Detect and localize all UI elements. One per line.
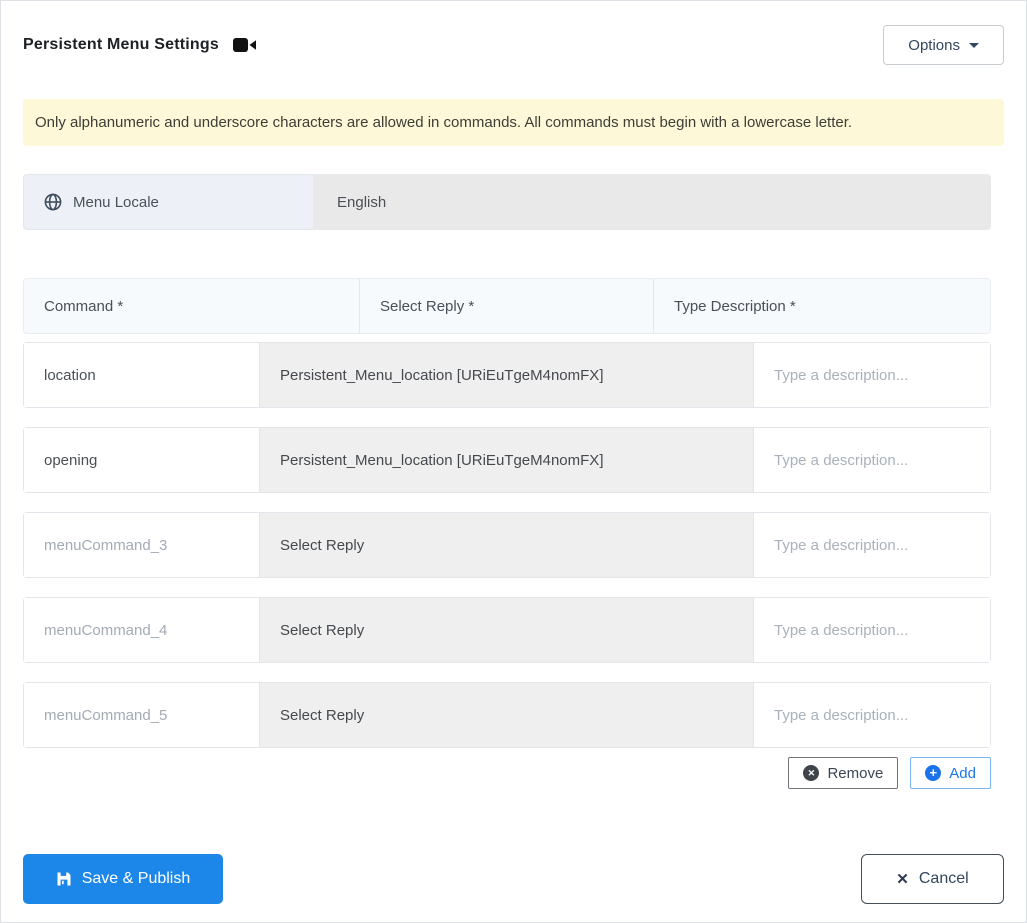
remove-circle-icon: ✕ [803, 765, 820, 781]
description-input[interactable]: Type a description... [754, 598, 990, 662]
remove-button[interactable]: ✕ Remove [788, 757, 899, 789]
description-input[interactable]: Type a description... [754, 343, 990, 407]
description-input[interactable]: Type a description... [754, 683, 990, 747]
select-reply-dropdown[interactable]: Select Reply [260, 598, 754, 662]
select-reply-dropdown[interactable]: Select Reply [260, 683, 754, 747]
footer: Save & Publish ✕ Cancel [23, 854, 1004, 904]
save-icon [57, 872, 71, 886]
table-row: menuCommand_5 Select Reply Type a descri… [23, 682, 991, 748]
select-reply-dropdown[interactable]: Select Reply [260, 513, 754, 577]
save-publish-label: Save & Publish [81, 870, 191, 887]
page-title: Persistent Menu Settings [23, 36, 219, 53]
add-button[interactable]: + Add [910, 757, 991, 789]
menu-locale-value[interactable]: English [313, 174, 991, 230]
column-header-command: Command * [24, 279, 360, 333]
table-row: location Persistent_Menu_location [URiEu… [23, 342, 991, 408]
chevron-down-icon [969, 42, 979, 48]
command-input[interactable]: menuCommand_3 [24, 513, 260, 577]
remove-label: Remove [827, 764, 884, 782]
description-input[interactable]: Type a description... [754, 428, 990, 492]
banner-text: Only alphanumeric and underscore charact… [35, 114, 853, 131]
save-publish-button[interactable]: Save & Publish [23, 854, 223, 904]
menu-locale-row: Menu Locale English [23, 174, 991, 230]
description-input[interactable]: Type a description... [754, 513, 990, 577]
table-row: menuCommand_3 Select Reply Type a descri… [23, 512, 991, 578]
header-left: Persistent Menu Settings [23, 36, 257, 54]
column-header-type-description: Type Description * [674, 297, 796, 315]
add-label: Add [949, 764, 976, 782]
command-input[interactable]: menuCommand_5 [24, 683, 260, 747]
column-header-select-reply: Select Reply * [360, 279, 654, 333]
table-row: menuCommand_4 Select Reply Type a descri… [23, 597, 991, 663]
options-label: Options [908, 36, 960, 54]
menu-locale-value-text: English [337, 193, 387, 211]
header: Persistent Menu Settings Options [23, 25, 1004, 65]
row-actions: ✕ Remove + Add [23, 757, 991, 789]
add-circle-icon: + [925, 765, 942, 781]
menu-locale-label: Menu Locale [73, 193, 159, 211]
cancel-x-icon: ✕ [896, 871, 909, 888]
cancel-label: Cancel [918, 870, 969, 887]
command-rules-banner: Only alphanumeric and underscore charact… [23, 99, 1004, 146]
command-input[interactable]: location [24, 343, 260, 407]
command-input[interactable]: opening [24, 428, 260, 492]
menu-locale-label-cell: Menu Locale [23, 174, 313, 230]
table-header: Command * Select Reply * Type Descriptio… [23, 278, 991, 334]
video-camera-icon [232, 38, 256, 52]
cancel-button[interactable]: ✕ Cancel [861, 854, 1004, 904]
globe-icon [44, 193, 62, 211]
command-input[interactable]: menuCommand_4 [24, 598, 260, 662]
select-reply-dropdown[interactable]: Persistent_Menu_location [URiEuTgeM4nomF… [260, 428, 754, 492]
select-reply-dropdown[interactable]: Persistent_Menu_location [URiEuTgeM4nomF… [260, 343, 754, 407]
table-row: opening Persistent_Menu_location [URiEuT… [23, 427, 991, 493]
options-button[interactable]: Options [883, 25, 1004, 65]
